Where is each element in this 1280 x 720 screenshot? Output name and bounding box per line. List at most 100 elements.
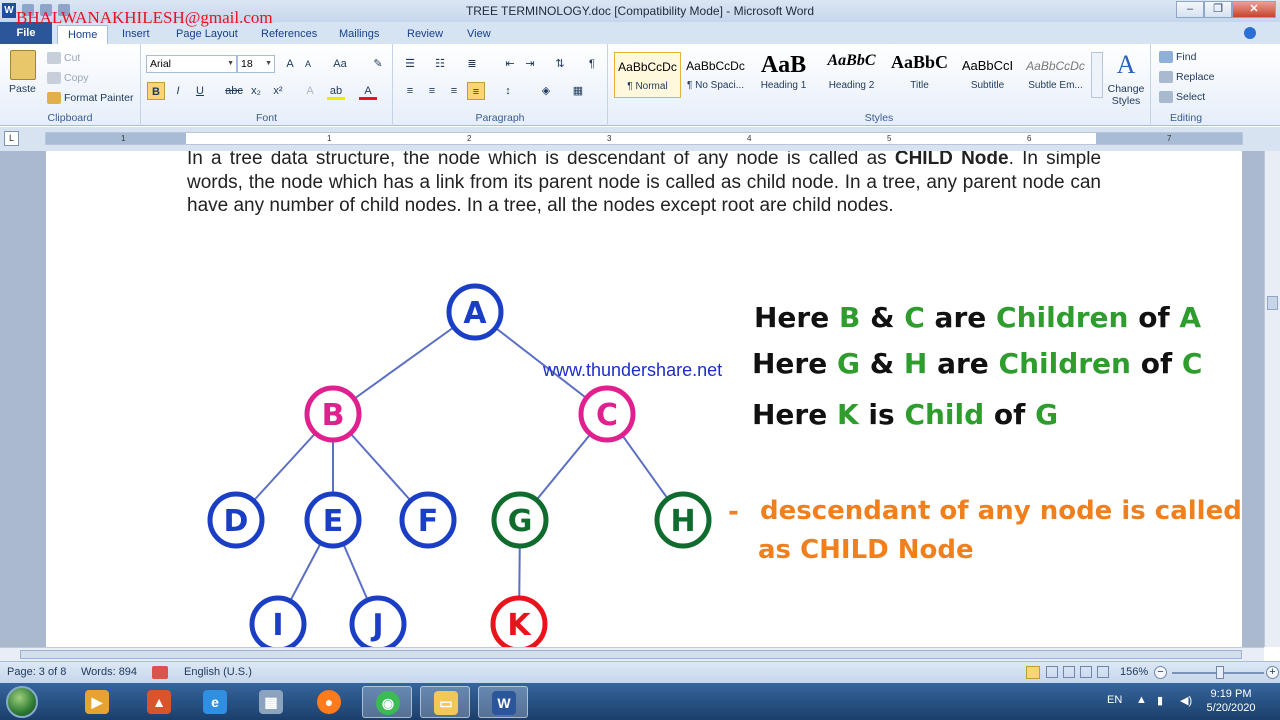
proofing-icon[interactable] bbox=[152, 666, 168, 679]
web-layout-icon[interactable] bbox=[1063, 666, 1075, 678]
clear-format-icon[interactable]: ✎ bbox=[369, 55, 387, 73]
tray-language[interactable]: EN bbox=[1107, 694, 1122, 706]
style-no-spacing[interactable]: AaBbCcDc ¶ No Spaci... bbox=[682, 52, 749, 98]
network-icon[interactable]: ▮ bbox=[1157, 694, 1163, 707]
clock[interactable]: 9:19 PM 5/20/2020 bbox=[1198, 687, 1264, 715]
replace-button[interactable]: Replace bbox=[1159, 71, 1215, 84]
sort-icon[interactable]: ⇅ bbox=[551, 55, 569, 73]
tab-mailings[interactable]: Mailings bbox=[329, 25, 389, 44]
format-painter-button[interactable]: Format Painter bbox=[47, 92, 133, 105]
editing-group-label: Editing bbox=[1169, 112, 1203, 124]
print-layout-icon[interactable] bbox=[1026, 666, 1040, 679]
find-button[interactable]: Find bbox=[1159, 51, 1196, 64]
taskbar-media-player[interactable]: ▶ bbox=[72, 686, 122, 718]
word-count[interactable]: Words: 894 bbox=[81, 666, 137, 678]
note-segment: H bbox=[903, 347, 928, 380]
vertical-scroll-thumb[interactable] bbox=[1267, 296, 1278, 310]
justify-icon[interactable]: ≡ bbox=[467, 82, 485, 100]
zoom-slider-knob[interactable] bbox=[1216, 666, 1224, 679]
page-count[interactable]: Page: 3 of 8 bbox=[7, 666, 66, 678]
borders-icon[interactable]: ▦ bbox=[569, 82, 587, 100]
align-right-icon[interactable]: ≡ bbox=[445, 82, 463, 100]
taskbar-chrome[interactable]: ◉ bbox=[362, 686, 412, 718]
style-title[interactable]: AaBbC Title bbox=[886, 52, 953, 98]
taskbar-firefox[interactable]: ● bbox=[304, 686, 354, 718]
underline-button[interactable]: U bbox=[191, 82, 209, 100]
select-button[interactable]: Select bbox=[1159, 91, 1205, 104]
close-button[interactable]: ✕ bbox=[1232, 1, 1276, 18]
change-case-icon[interactable]: Aa bbox=[331, 55, 349, 73]
help-icon[interactable] bbox=[1244, 27, 1256, 39]
style-heading-1[interactable]: AaB Heading 1 bbox=[750, 52, 817, 98]
superscript-button[interactable]: x² bbox=[269, 82, 287, 100]
taskbar-matlab[interactable]: ▲ bbox=[134, 686, 184, 718]
font-color-icon[interactable]: A bbox=[359, 82, 377, 100]
change-styles-button[interactable]: Change Styles bbox=[1104, 83, 1148, 107]
outline-icon[interactable] bbox=[1080, 666, 1092, 678]
numbering-icon[interactable]: ☷ bbox=[431, 55, 449, 73]
horizontal-scrollbar[interactable] bbox=[0, 647, 1264, 661]
style-subtle-emphasis[interactable]: AaBbCcDc Subtle Em... bbox=[1022, 52, 1089, 98]
taskbar-explorer[interactable]: ▭ bbox=[420, 686, 470, 718]
ruler-area: L 1 1 2 3 4 5 6 7 bbox=[0, 127, 1280, 151]
cut-button[interactable]: Cut bbox=[47, 52, 80, 65]
language-indicator[interactable]: English (U.S.) bbox=[184, 666, 252, 678]
line-spacing-icon[interactable]: ↕ bbox=[499, 82, 517, 100]
tab-review[interactable]: Review bbox=[397, 25, 453, 44]
style-subtitle[interactable]: AaBbCcI Subtitle bbox=[954, 52, 1021, 98]
tab-selector[interactable]: L bbox=[4, 131, 19, 146]
subscript-button[interactable]: x₂ bbox=[247, 82, 265, 100]
increase-indent-icon[interactable]: ⇥ bbox=[521, 55, 539, 73]
bold-button[interactable]: B bbox=[147, 82, 165, 100]
font-group: Arial ▼ 18 ▼ A A Aa ✎ B I U abc x₂ x² A ab… bbox=[141, 44, 393, 126]
taskbar-internet-explorer[interactable]: e bbox=[190, 686, 240, 718]
paste-button[interactable]: Paste bbox=[9, 83, 36, 95]
start-button[interactable] bbox=[6, 686, 38, 718]
taskbar-word[interactable]: W bbox=[478, 686, 528, 718]
text-effects-icon[interactable]: A bbox=[301, 82, 319, 100]
multilevel-list-icon[interactable]: ≣ bbox=[463, 55, 481, 73]
horizontal-scroll-thumb[interactable] bbox=[20, 650, 1242, 659]
show-hidden-icons[interactable]: ▲ bbox=[1136, 694, 1147, 706]
tree-node-j: J bbox=[349, 595, 407, 647]
ribbon-home: Paste Cut Copy Format Painter Clipboard … bbox=[0, 44, 1280, 126]
volume-icon[interactable]: ◀) bbox=[1180, 694, 1192, 707]
align-center-icon[interactable]: ≡ bbox=[423, 82, 441, 100]
align-left-icon[interactable]: ≡ bbox=[401, 82, 419, 100]
tree-node-k: K bbox=[490, 595, 548, 647]
shrink-font-icon[interactable]: A bbox=[299, 55, 317, 73]
zoom-out-button[interactable]: − bbox=[1154, 666, 1167, 679]
copy-button[interactable]: Copy bbox=[47, 72, 89, 85]
style-normal[interactable]: AaBbCcDc ¶ Normal bbox=[614, 52, 681, 98]
tree-node-label: B bbox=[322, 398, 345, 433]
horizontal-ruler[interactable]: 1 1 2 3 4 5 6 7 bbox=[45, 132, 1243, 145]
draft-icon[interactable] bbox=[1097, 666, 1109, 678]
decrease-indent-icon[interactable]: ⇤ bbox=[501, 55, 519, 73]
document-page[interactable]: In a tree data structure, the node which… bbox=[46, 151, 1242, 647]
note-segment: of bbox=[1128, 301, 1180, 334]
font-name-field[interactable]: Arial ▼ bbox=[146, 55, 237, 73]
shading-icon[interactable]: ◈ bbox=[537, 82, 555, 100]
tab-view[interactable]: View bbox=[457, 25, 501, 44]
minimize-button[interactable]: – bbox=[1176, 1, 1204, 18]
bullets-icon[interactable]: ☰ bbox=[401, 55, 419, 73]
styles-gallery-scroll[interactable] bbox=[1091, 52, 1103, 98]
zoom-level[interactable]: 156% bbox=[1120, 666, 1148, 678]
tree-node-g: G bbox=[491, 491, 549, 549]
taskbar-calculator[interactable]: ▦ bbox=[246, 686, 296, 718]
show-marks-icon[interactable]: ¶ bbox=[583, 55, 601, 73]
strikethrough-button[interactable]: abc bbox=[223, 82, 245, 100]
full-screen-icon[interactable] bbox=[1046, 666, 1058, 678]
tree-node-h: H bbox=[654, 491, 712, 549]
zoom-in-button[interactable]: + bbox=[1266, 666, 1279, 679]
vertical-scrollbar[interactable] bbox=[1264, 151, 1280, 647]
italic-button[interactable]: I bbox=[169, 82, 187, 100]
grow-font-icon[interactable]: A bbox=[281, 55, 299, 73]
note-segment: G bbox=[1035, 398, 1059, 431]
note-segment: G bbox=[836, 347, 860, 380]
maximize-button[interactable]: ❐ bbox=[1204, 1, 1232, 18]
highlight-icon[interactable]: ab bbox=[327, 82, 345, 100]
style-heading-2[interactable]: AaBbC Heading 2 bbox=[818, 52, 885, 98]
font-size-field[interactable]: 18 ▼ bbox=[237, 55, 275, 73]
change-styles-icon[interactable]: A bbox=[1110, 50, 1142, 80]
